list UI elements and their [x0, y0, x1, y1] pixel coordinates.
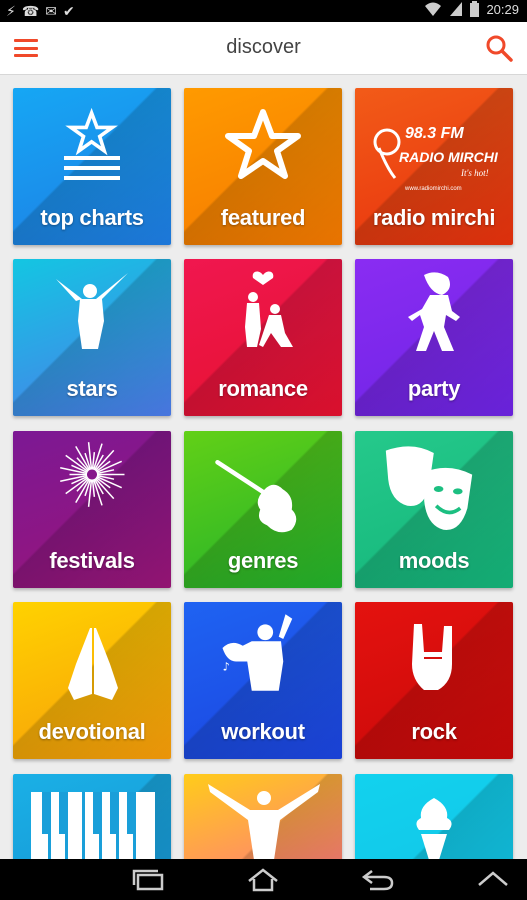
dancer-icon [56, 273, 128, 349]
guitar-icon [215, 460, 297, 533]
bodybuilder-icon: ♪ [222, 614, 293, 691]
svg-text:♪: ♪ [223, 661, 230, 674]
tile-label: stars [66, 376, 118, 401]
tile-label: featured [220, 205, 306, 230]
tile-festivals[interactable]: festivals [13, 431, 171, 588]
tile-party[interactable]: party [355, 259, 513, 416]
check-icon: ✔ [63, 3, 75, 19]
piano-keys-icon [31, 792, 155, 859]
tile-top-charts[interactable]: top charts [13, 88, 171, 245]
tile-label: radio mirchi [372, 205, 496, 230]
whatsapp-icon: ☎ [21, 3, 40, 19]
page-title: discover [226, 36, 301, 58]
tile-romance[interactable]: romance [184, 259, 342, 416]
radio-frequency: 98.3 FM [405, 125, 464, 142]
tile-piano[interactable] [13, 774, 171, 859]
star-icon [225, 109, 301, 179]
battery-icon [470, 1, 480, 17]
recent-apps-icon[interactable] [130, 867, 166, 893]
home-icon[interactable] [245, 867, 281, 893]
tile-rock[interactable]: rock [355, 602, 513, 759]
tile-radio-mirchi[interactable]: 98.3 FM RADIO MIRCHI It's hot! www.radio… [355, 88, 513, 245]
signal-icon [450, 2, 463, 16]
rock-hand-icon [412, 624, 452, 690]
radio-name: RADIO MIRCHI [399, 149, 499, 165]
category-grid: top charts featured 98.3 FM RADIO MIRCHI… [0, 74, 527, 859]
tile-genres[interactable]: genres [184, 431, 342, 588]
notification-icons: ⚡ ☎ ✉ ✔ [6, 2, 75, 20]
radio-url: www.radiomirchi.com [404, 186, 462, 192]
clock: 20:29 [486, 1, 519, 17]
tile-label: festivals [49, 548, 135, 573]
usb-icon: ⚡ [6, 3, 16, 19]
wifi-icon [425, 2, 442, 16]
fireworks-icon [60, 442, 125, 507]
ice-cream-icon [416, 798, 452, 859]
tile-label: top charts [40, 205, 144, 230]
tile-workout[interactable]: ♪ workout [184, 602, 342, 759]
message-icon: ✉ [45, 3, 58, 19]
praying-hands-icon [68, 628, 118, 700]
back-icon[interactable] [360, 867, 396, 893]
tile-label: rock [411, 719, 457, 744]
app-bar: discover [0, 22, 527, 75]
tile-label: party [407, 376, 461, 401]
tile-label: genres [227, 548, 299, 573]
tile-stars[interactable]: stars [13, 259, 171, 416]
search-icon[interactable] [485, 34, 513, 62]
tile-moods[interactable]: moods [355, 431, 513, 588]
tile-label: workout [221, 719, 305, 744]
status-bar: ⚡ ☎ ✉ ✔ 20:29 [0, 0, 527, 22]
radio-mirchi-logo: 98.3 FM RADIO MIRCHI It's hot! www.radio… [373, 125, 499, 192]
star-list-icon [64, 107, 120, 180]
tile-label: romance [218, 376, 308, 401]
tile-label: devotional [38, 719, 146, 744]
tile-desserts[interactable] [355, 774, 513, 859]
tile-label: moods [398, 548, 470, 573]
couple-icon [245, 271, 293, 347]
tile-featured[interactable]: featured [184, 88, 342, 245]
tile-celebration[interactable] [184, 774, 342, 859]
tile-devotional[interactable]: devotional [13, 602, 171, 759]
theatre-masks-icon [385, 446, 473, 531]
celebration-icon [208, 784, 320, 859]
up-icon[interactable] [475, 867, 511, 893]
radio-tagline: It's hot! [460, 168, 489, 178]
party-dancer-icon [408, 272, 460, 351]
system-nav-bar [0, 859, 527, 900]
